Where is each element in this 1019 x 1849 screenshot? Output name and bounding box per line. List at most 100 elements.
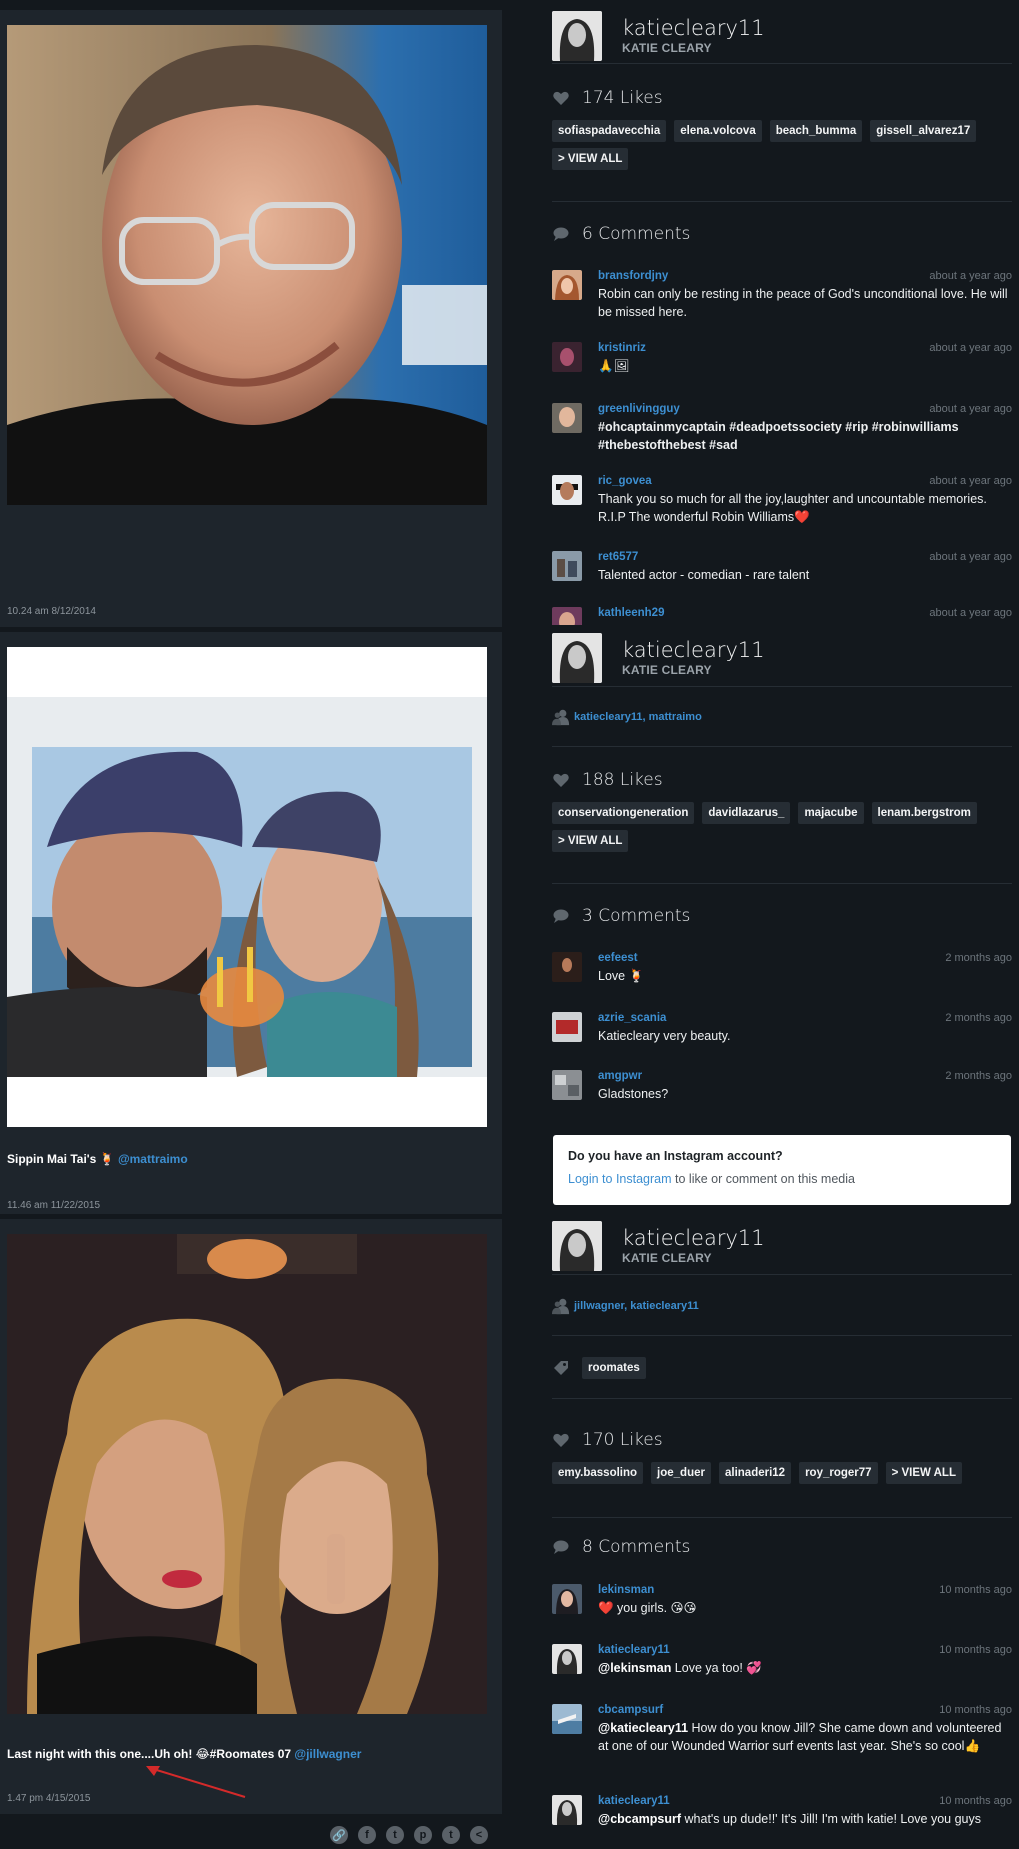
likes-header: 170 Likes — [552, 1428, 1012, 1452]
comment-mention[interactable]: @katiecleary11 — [598, 1721, 688, 1735]
comment-username[interactable]: azrie_scania — [598, 1012, 666, 1024]
comment-text: @lekinsman Love ya too! 💞 — [598, 1659, 1012, 1677]
comment-mention[interactable]: @cbcampsurf — [598, 1812, 681, 1826]
tumblr-icon[interactable]: t — [442, 1826, 460, 1844]
post-photo[interactable] — [7, 647, 487, 1127]
liker-tag[interactable]: beach_bumma — [769, 120, 863, 142]
view-all-button[interactable]: > VIEW ALL — [552, 148, 629, 170]
comment-username[interactable]: ric_govea — [598, 475, 652, 487]
hashtag[interactable]: roomates — [582, 1357, 646, 1379]
profile-username[interactable]: katiecleary11 — [622, 1226, 765, 1250]
comment-username[interactable]: katiecleary11 — [598, 1644, 670, 1656]
view-all-button[interactable]: > VIEW ALL — [885, 1462, 962, 1484]
comments-header: 3 Comments — [552, 904, 1012, 928]
comment-username[interactable]: amgpwr — [598, 1070, 642, 1082]
avatar[interactable] — [552, 952, 582, 982]
liker-tag[interactable]: elena.volcova — [674, 120, 762, 142]
likes-section: 188 Likes conservationgeneration davidla… — [552, 768, 1012, 852]
likes-section: 170 Likes emy.bassolino joe_duer alinade… — [552, 1428, 1012, 1484]
comment-mention[interactable]: @lekinsman — [598, 1661, 671, 1675]
divider — [552, 1517, 1012, 1518]
comment-username[interactable]: kristinriz — [598, 342, 646, 354]
avatar[interactable] — [552, 1795, 582, 1825]
liker-tag[interactable]: davidlazarus_ — [702, 802, 791, 824]
tagged-people: jillwagner, katiecleary11 — [552, 1291, 1012, 1321]
post-card-2: Sippin Mai Tai's 🍹 @mattraimo 11.46 am 1… — [0, 632, 502, 1214]
facebook-icon[interactable]: f — [358, 1826, 376, 1844]
likes-section: 174 Likes sofiaspadavecchia elena.volcov… — [552, 86, 1012, 170]
comment-text: Thank you so much for all the joy,laught… — [598, 492, 987, 524]
avatar[interactable] — [552, 551, 582, 581]
avatar[interactable] — [552, 607, 582, 625]
comments-header: 6 Comments — [552, 222, 1012, 246]
avatar[interactable] — [552, 1070, 582, 1100]
liker-tag[interactable]: emy.bassolino — [552, 1462, 644, 1484]
comment-time: 10 months ago — [939, 1704, 1012, 1716]
comment-username[interactable]: cbcampsurf — [598, 1704, 663, 1716]
caption-mention-link[interactable]: @mattraimo — [118, 1152, 188, 1166]
comment-item: eefeest 2 months ago Love 🍹 — [552, 952, 1012, 985]
comment-text: #ohcaptainmycaptain #deadpoetssociety #r… — [598, 420, 959, 452]
comment-item: lekinsman 10 months ago ❤️ you girls. 😘😘 — [552, 1584, 1012, 1617]
login-link[interactable]: Login to Instagram — [568, 1172, 672, 1186]
profile-username[interactable]: katiecleary11 — [622, 638, 765, 662]
post-timestamp: 11.46 am 11/22/2015 — [7, 1200, 101, 1211]
comment-time: 10 months ago — [939, 1644, 1012, 1656]
liker-tag[interactable]: roy_roger77 — [799, 1462, 878, 1484]
profile-username[interactable]: katiecleary11 — [622, 16, 765, 40]
caption-text: Sippin Mai Tai's 🍹 — [7, 1152, 115, 1166]
profile-text: katiecleary11 KATIE CLEARY — [622, 1226, 765, 1266]
liker-tag[interactable]: conservationgeneration — [552, 802, 695, 824]
login-row: Login to Instagram to like or comment on… — [568, 1172, 996, 1186]
profile-text: katiecleary11 KATIE CLEARY — [622, 16, 765, 56]
avatar[interactable] — [552, 475, 582, 505]
liker-tag[interactable]: lenam.bergstrom — [871, 802, 977, 824]
share-icon[interactable]: < — [470, 1826, 488, 1844]
comment-item: amgpwr 2 months ago Gladstones? — [552, 1070, 1012, 1103]
comment-username[interactable]: kathleenh29 — [598, 607, 664, 619]
comment-username[interactable]: eefeest — [598, 952, 638, 964]
avatar[interactable] — [552, 1704, 582, 1734]
avatar[interactable] — [552, 633, 602, 683]
comment-username[interactable]: greenlivingguy — [598, 403, 680, 415]
avatar[interactable] — [552, 1012, 582, 1042]
comment-username[interactable]: ret6577 — [598, 551, 638, 563]
avatar[interactable] — [552, 11, 602, 61]
post-photo[interactable] — [7, 1234, 487, 1714]
likes-header: 174 Likes — [552, 86, 1012, 110]
pinterest-icon[interactable]: p — [414, 1826, 432, 1844]
avatar[interactable] — [552, 403, 582, 433]
comments-count: 3 Comments — [582, 906, 691, 926]
link-icon[interactable]: 🔗 — [330, 1826, 348, 1844]
comment-username[interactable]: katiecleary11 — [598, 1795, 670, 1807]
tagged-people-links[interactable]: katiecleary11, mattraimo — [574, 711, 702, 723]
avatar[interactable] — [552, 270, 582, 300]
comment-username[interactable]: lekinsman — [598, 1584, 654, 1596]
liker-tag[interactable]: joe_duer — [651, 1462, 711, 1484]
divider — [552, 1274, 1012, 1275]
liker-tag[interactable]: majacube — [798, 802, 864, 824]
liker-tag[interactable]: alinaderi12 — [718, 1462, 792, 1484]
comment-item: ric_govea about a year ago Thank you so m… — [552, 475, 1012, 526]
liker-tag[interactable]: sofiaspadavecchia — [552, 120, 667, 142]
comment-time: 2 months ago — [945, 1012, 1012, 1024]
comment-item: katiecleary11 10 months ago @cbcampsurf w… — [552, 1795, 1012, 1828]
caption-mention-link[interactable]: @jillwagner — [294, 1747, 361, 1761]
comment-username[interactable]: bransfordjny — [598, 270, 668, 282]
comments-header: 8 Comments — [552, 1535, 1012, 1559]
view-all-button[interactable]: > VIEW ALL — [552, 830, 629, 852]
comment-item: bransfordjny about a year ago Robin can o… — [552, 270, 1012, 321]
avatar[interactable] — [552, 342, 582, 372]
comment-text-body: what's up dude!!' It's Jill! I'm with ka… — [681, 1812, 982, 1826]
liker-tag[interactable]: gissell_alvarez17 — [870, 120, 977, 142]
post-photo[interactable] — [7, 25, 487, 505]
avatar[interactable] — [552, 1221, 602, 1271]
avatar[interactable] — [552, 1644, 582, 1674]
share-bar: 🔗 f t p t < — [330, 1826, 488, 1844]
avatar[interactable] — [552, 1584, 582, 1614]
post-card-3: Last night with this one....Uh oh! 😂#Roo… — [0, 1219, 502, 1814]
twitter-icon[interactable]: t — [386, 1826, 404, 1844]
post-timestamp: 1.47 pm 4/15/2015 — [7, 1793, 91, 1804]
comment-item: greenlivingguy about a year ago #ohcaptai… — [552, 403, 1012, 454]
tagged-people-links[interactable]: jillwagner, katiecleary11 — [574, 1300, 699, 1312]
